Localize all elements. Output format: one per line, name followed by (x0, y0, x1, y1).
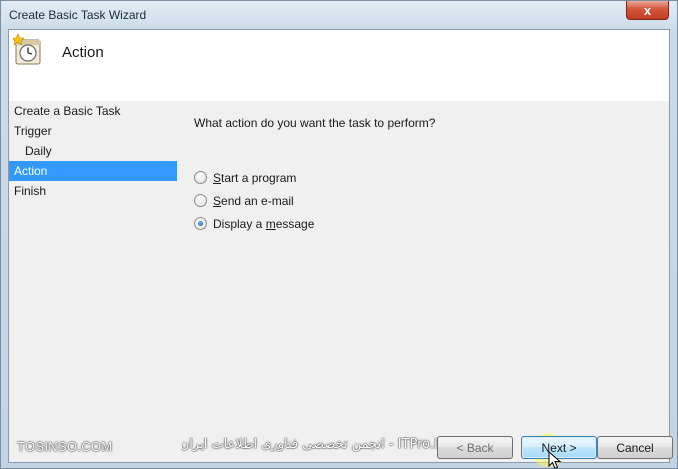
option-label: Display a message (213, 216, 315, 231)
page-title: Action (62, 44, 104, 61)
wizard-content: Action Create a Basic Task Trigger Daily… (8, 29, 670, 463)
option-display-message[interactable]: Display a message (194, 212, 654, 235)
option-label: Send an e-mail (213, 193, 294, 208)
radio-display-message[interactable] (194, 217, 207, 230)
window-title: Create Basic Task Wizard (9, 8, 147, 22)
radio-start-program[interactable] (194, 171, 207, 184)
step-finish[interactable]: Finish (9, 181, 177, 201)
back-button[interactable]: < Back (437, 436, 513, 459)
step-create-basic-task[interactable]: Create a Basic Task (9, 101, 177, 121)
action-options: Start a program Send an e-mail Display a… (194, 166, 654, 235)
step-daily[interactable]: Daily (9, 141, 177, 161)
cancel-button[interactable]: Cancel (597, 436, 673, 459)
option-send-email[interactable]: Send an e-mail (194, 189, 654, 212)
close-icon: x (643, 2, 652, 18)
radio-send-email[interactable] (194, 194, 207, 207)
action-panel: What action do you want the task to perf… (194, 116, 654, 235)
site-watermark: ITPro.ir - انجمن تخصصی فناوری اطلاعات ای… (181, 437, 443, 452)
brand-watermark: TOSINSO.COM (17, 439, 113, 454)
mouse-cursor-icon (548, 451, 562, 469)
option-label: Start a program (213, 170, 297, 185)
title-bar[interactable]: Create Basic Task Wizard x (1, 1, 677, 29)
wizard-header: Action (9, 30, 669, 101)
close-button[interactable]: x (626, 1, 669, 20)
step-trigger[interactable]: Trigger (9, 121, 177, 141)
wizard-steps: Create a Basic Task Trigger Daily Action… (9, 101, 179, 401)
option-start-program[interactable]: Start a program (194, 166, 654, 189)
action-question: What action do you want the task to perf… (194, 116, 436, 130)
step-action[interactable]: Action (9, 161, 177, 181)
wizard-window: Create Basic Task Wizard x Action Create… (0, 0, 678, 469)
task-scheduler-icon (13, 34, 41, 65)
